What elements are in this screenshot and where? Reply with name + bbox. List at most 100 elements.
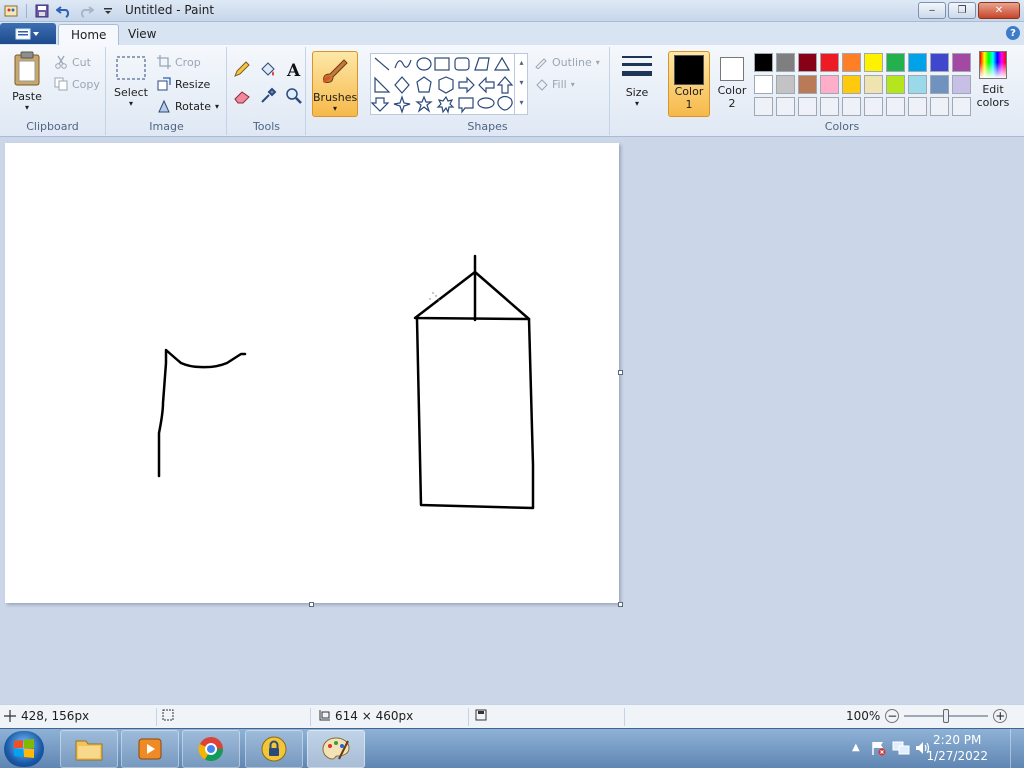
fill-bucket-icon[interactable] xyxy=(258,59,280,82)
palette-swatch[interactable] xyxy=(908,75,927,94)
palette-custom-slot[interactable] xyxy=(952,97,971,116)
show-hidden-icons-icon[interactable]: ▲ xyxy=(852,742,860,753)
palette-swatch[interactable] xyxy=(864,75,883,94)
line-size-icon xyxy=(622,56,652,76)
rainbow-icon xyxy=(979,51,1007,79)
color-picker-icon[interactable] xyxy=(258,86,280,109)
zoom-slider[interactable] xyxy=(904,709,989,723)
paste-button[interactable]: Paste ▾ xyxy=(6,51,48,112)
palette-swatch[interactable] xyxy=(842,53,861,72)
drawing-canvas[interactable] xyxy=(5,143,619,603)
zoom-slider-thumb[interactable] xyxy=(943,709,950,723)
palette-swatch[interactable] xyxy=(798,75,817,94)
edit-colors-button[interactable]: Edit colors xyxy=(972,51,1014,109)
select-dropdown-icon: ▾ xyxy=(128,99,133,108)
canvas-resize-handle-right[interactable] xyxy=(618,370,623,375)
palette-swatch[interactable] xyxy=(930,53,949,72)
close-button[interactable]: ✕ xyxy=(978,2,1020,19)
minimize-button[interactable]: ‒ xyxy=(918,2,946,19)
palette-custom-slot[interactable] xyxy=(886,97,905,116)
color1-button[interactable]: Color 1 xyxy=(668,51,710,117)
undo-icon[interactable] xyxy=(55,2,73,20)
palette-swatch[interactable] xyxy=(842,75,861,94)
shapes-gallery-icons[interactable] xyxy=(370,54,521,114)
show-desktop-button[interactable] xyxy=(1010,729,1024,768)
palette-swatch[interactable] xyxy=(776,75,795,94)
zoom-in-icon[interactable]: + xyxy=(993,709,1008,723)
palette-swatch[interactable] xyxy=(952,53,971,72)
eraser-icon[interactable] xyxy=(232,86,254,109)
palette-custom-slot[interactable] xyxy=(842,97,861,116)
taskbar-security-app[interactable] xyxy=(245,730,303,768)
paint-menu-button[interactable] xyxy=(0,23,56,44)
paste-dropdown-icon: ▾ xyxy=(24,103,29,112)
copy-label: Copy xyxy=(72,77,100,91)
palette-swatch[interactable] xyxy=(930,75,949,94)
canvas-resize-handle-corner[interactable] xyxy=(618,602,623,607)
tab-view[interactable]: View xyxy=(116,24,168,45)
palette-custom-slot[interactable] xyxy=(908,97,927,116)
select-label: Select xyxy=(114,86,148,99)
taskbar-media-player[interactable] xyxy=(121,730,179,768)
zoom-out-icon[interactable]: − xyxy=(885,709,900,723)
outline-button[interactable]: Outline ▾ xyxy=(534,55,600,69)
palette-swatch[interactable] xyxy=(952,75,971,94)
crop-button[interactable]: Crop xyxy=(157,55,201,69)
palette-swatch[interactable] xyxy=(798,53,817,72)
paint-app-icon[interactable] xyxy=(2,2,20,20)
copy-button[interactable]: Copy xyxy=(54,77,100,91)
pencil-icon[interactable] xyxy=(232,59,254,82)
status-separator xyxy=(468,708,469,726)
tab-home[interactable]: Home xyxy=(58,24,120,45)
cut-button[interactable]: Cut xyxy=(54,55,91,69)
taskbar-clock[interactable]: 2:20 PM 1/27/2022 xyxy=(926,732,988,764)
palette-swatch[interactable] xyxy=(754,75,773,94)
fill-icon xyxy=(536,79,548,91)
size-button[interactable]: Size ▾ xyxy=(618,53,656,108)
shapes-scroll[interactable]: ▴ ▾ ▾ xyxy=(514,53,528,115)
taskbar-file-explorer[interactable] xyxy=(60,730,118,768)
help-icon[interactable]: ? xyxy=(1006,26,1020,40)
redo-icon[interactable] xyxy=(77,2,95,20)
palette-custom-slot[interactable] xyxy=(864,97,883,116)
resize-button[interactable]: Resize xyxy=(157,77,210,91)
save-icon[interactable] xyxy=(33,2,51,20)
title-bar: Untitled - Paint ‒ ❐ ✕ xyxy=(0,0,1024,22)
brushes-button[interactable]: Brushes ▾ xyxy=(312,51,358,117)
text-tool-icon[interactable]: A xyxy=(284,59,306,82)
palette-swatch[interactable] xyxy=(864,53,883,72)
palette-swatch[interactable] xyxy=(776,53,795,72)
palette-swatch[interactable] xyxy=(820,53,839,72)
palette-custom-slot[interactable] xyxy=(930,97,949,116)
palette-custom-slot[interactable] xyxy=(798,97,817,116)
rotate-button[interactable]: Rotate ▾ xyxy=(157,99,219,113)
paste-icon xyxy=(14,51,40,86)
chrome-icon xyxy=(198,737,223,762)
select-button[interactable]: Select ▾ xyxy=(113,55,149,108)
taskbar-paint[interactable] xyxy=(307,730,365,768)
palette-custom-slot[interactable] xyxy=(754,97,773,116)
canvas-workspace[interactable] xyxy=(0,138,1024,704)
palette-swatch[interactable] xyxy=(908,53,927,72)
selection-size-icon xyxy=(162,709,174,721)
network-icon[interactable] xyxy=(892,740,910,759)
palette-swatch[interactable] xyxy=(754,53,773,72)
canvas-resize-handle-bottom[interactable] xyxy=(309,602,314,607)
fill-button[interactable]: Fill ▾ xyxy=(534,77,575,91)
customize-qat-icon[interactable] xyxy=(99,2,117,20)
magnifier-icon[interactable] xyxy=(284,86,306,109)
palette-swatch[interactable] xyxy=(886,53,905,72)
colors-group: Color 1 Color 2 Edit colors Colors xyxy=(664,47,1020,135)
action-center-flag-icon[interactable] xyxy=(870,740,886,759)
scissors-icon xyxy=(55,55,67,69)
taskbar-chrome[interactable] xyxy=(182,730,240,768)
palette-custom-slot[interactable] xyxy=(820,97,839,116)
palette-swatch[interactable] xyxy=(886,75,905,94)
palette-swatch[interactable] xyxy=(820,75,839,94)
shapes-group-label: Shapes xyxy=(467,120,508,133)
palette-custom-slot[interactable] xyxy=(776,97,795,116)
start-button[interactable] xyxy=(4,731,44,767)
maximize-button[interactable]: ❐ xyxy=(948,2,976,19)
color2-button[interactable]: Color 2 xyxy=(714,51,750,110)
tools-grid: A xyxy=(232,59,306,109)
